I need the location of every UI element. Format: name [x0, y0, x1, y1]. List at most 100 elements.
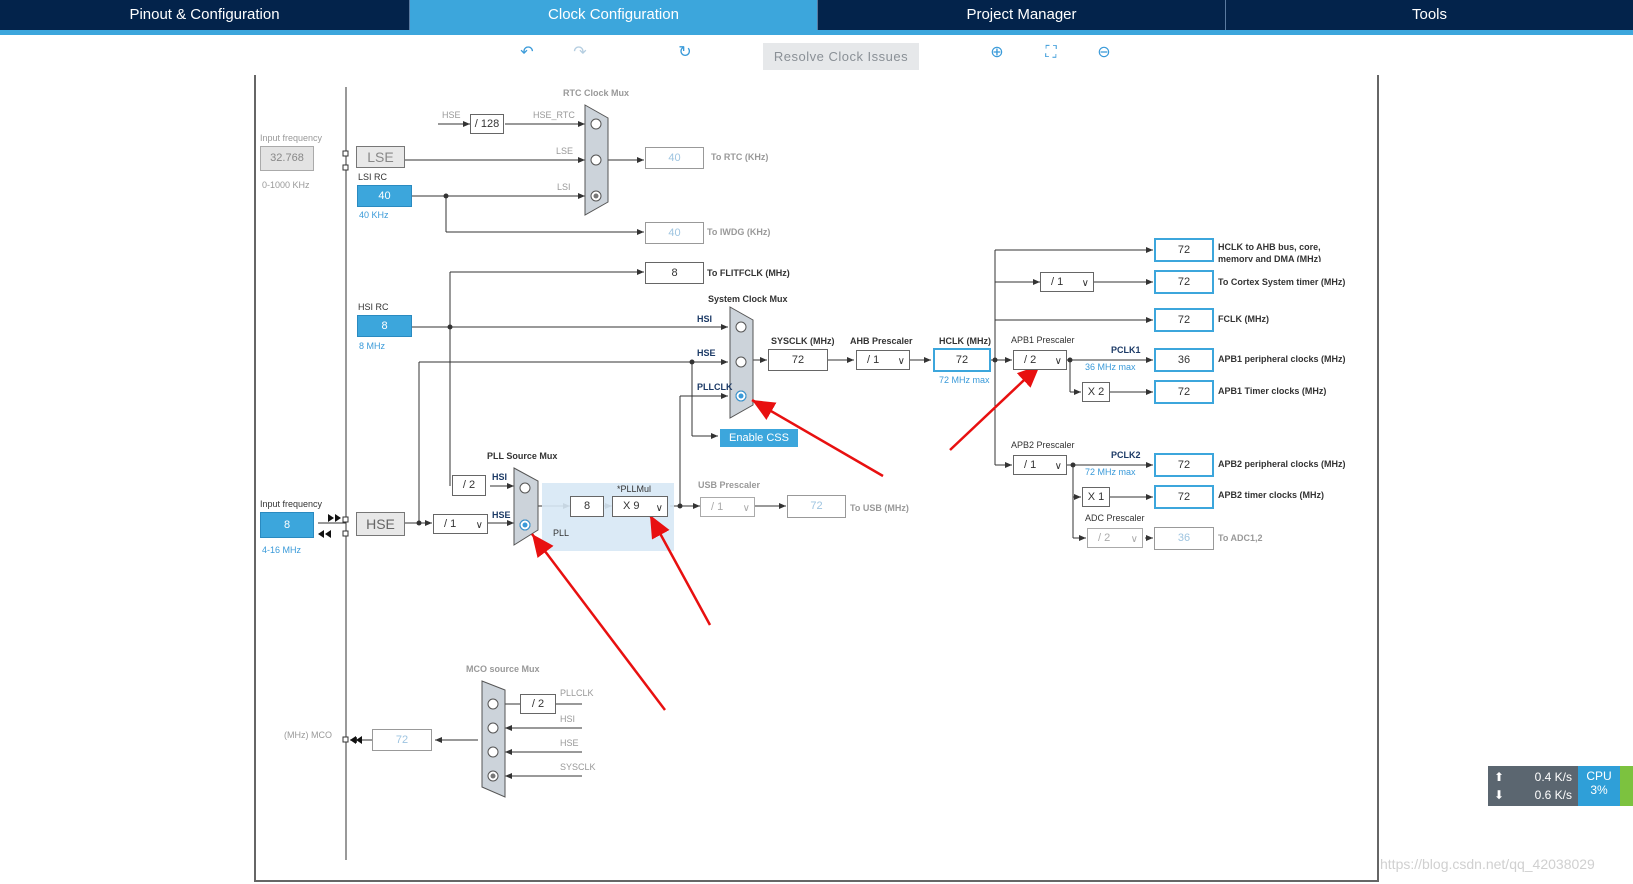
apb1-prescaler-label: APB1 Prescaler: [1011, 335, 1075, 345]
rtc-lsi-label: LSI: [557, 182, 571, 192]
ahb-prescaler-label: AHB Prescaler: [850, 336, 913, 346]
rtc-lse-label: LSE: [556, 146, 574, 156]
ahb-prescaler-select[interactable]: / 1 ∨: [856, 350, 910, 370]
rtc-output-label: To RTC (KHz): [711, 152, 769, 162]
apb2-timer-field: 72: [1154, 485, 1214, 509]
usb-output-label: To USB (MHz): [850, 503, 909, 513]
cortex-timer-div-select[interactable]: / 1 ∨: [1040, 272, 1094, 292]
download-arrow-icon: ⬇: [1494, 788, 1505, 802]
apb2-prescaler-value: / 1: [1024, 459, 1037, 471]
cpu-label: CPU: [1586, 769, 1612, 783]
flitf-output-label: To FLITFCLK (MHz): [707, 268, 790, 278]
lse-frequency-input[interactable]: 32.768: [260, 146, 314, 171]
chevron-down-icon: ∨: [655, 503, 663, 514]
cpu-value: 3%: [1590, 783, 1608, 797]
ahb-prescaler-value: / 1: [867, 354, 880, 366]
pllmul-select[interactable]: X 9 ∨: [612, 496, 668, 517]
hse-range-label: 4-16 MHz: [262, 545, 302, 555]
apb1-timer-mult: X 2: [1082, 382, 1110, 402]
mco-hsi-label: HSI: [560, 714, 576, 724]
download-speed: 0.6 K/s: [1534, 788, 1572, 802]
sys-mux-pllclk-label: PLLCLK: [697, 382, 733, 392]
pclk2-label: PCLK2: [1111, 450, 1141, 460]
rtc-mux-title: RTC Clock Mux: [563, 88, 630, 98]
pll-mux-hsi-label: HSI: [492, 472, 508, 482]
fclk-field: 72: [1154, 308, 1214, 332]
ram-indicator: [1620, 766, 1633, 806]
adc-prescaler-value: / 2: [1098, 532, 1111, 544]
chevron-down-icon: ∨: [742, 503, 750, 514]
usb-output-field: 72: [787, 495, 846, 518]
apb2-peripheral-field: 72: [1154, 453, 1214, 477]
apb1-timer-field: 72: [1154, 380, 1214, 404]
apb1-timer-label: APB1 Timer clocks (MHz): [1218, 386, 1327, 396]
pll-input-field: 8: [570, 496, 604, 517]
cortex-timer-label: To Cortex System timer (MHz): [1218, 277, 1346, 287]
sys-mux-hsi-label: HSI: [697, 314, 713, 324]
sys-mux-hse-label: HSE: [697, 348, 716, 358]
lsi-rc-label: LSI RC: [358, 172, 388, 182]
mco-pllclk-div2: / 2: [520, 694, 556, 714]
pll-source-mux-title: PLL Source Mux: [487, 451, 558, 461]
mco-sysclk-label: SYSCLK: [560, 762, 596, 772]
hse-rtc-divider: / 128: [470, 114, 504, 134]
apb1-max: 36 MHz max: [1085, 362, 1136, 372]
sysclk-field: 72: [768, 349, 828, 371]
pllmul-label: *PLLMul: [617, 484, 652, 494]
hclk-ahb-label-line2: memory and DMA (MHz): [1218, 254, 1322, 262]
chevron-down-icon: ∨: [897, 356, 905, 367]
hse-prediv-value: / 1: [444, 518, 457, 530]
mco-output-label: (MHz) MCO: [284, 730, 332, 740]
usb-prescaler-value: / 1: [711, 501, 724, 513]
rtc-hse-label: HSE: [442, 110, 461, 120]
apb1-prescaler-value: / 2: [1024, 354, 1037, 366]
hse-input-label: Input frequency: [260, 499, 323, 509]
chevron-down-icon: ∨: [475, 520, 483, 531]
rtc-output-field: 40: [645, 147, 704, 169]
mco-pllclk-label: PLLCLK: [560, 688, 594, 698]
hsi-unit: 8 MHz: [359, 341, 386, 351]
pllmul-value: X 9: [623, 500, 640, 512]
apb2-peripheral-label: APB2 peripheral clocks (MHz): [1218, 459, 1346, 469]
chevron-down-icon: ∨: [1081, 278, 1089, 289]
system-clock-mux-title: System Clock Mux: [708, 294, 788, 304]
apb1-peripheral-label: APB1 peripheral clocks (MHz): [1218, 354, 1346, 364]
adc-output-field: 36: [1154, 527, 1214, 550]
hsi-rc-value: 8: [357, 315, 412, 337]
flitf-output-field: 8: [645, 262, 704, 284]
chevron-down-icon: ∨: [1130, 534, 1138, 545]
enable-css-button[interactable]: Enable CSS: [720, 429, 798, 447]
hse-frequency-input[interactable]: 8: [260, 512, 314, 538]
apb2-max: 72 MHz max: [1085, 467, 1136, 477]
lse-block: LSE: [356, 146, 405, 168]
adc-prescaler-label: ADC Prescaler: [1085, 513, 1145, 523]
upload-speed: 0.4 K/s: [1534, 770, 1572, 784]
clock-tree-wires: [318, 87, 1153, 860]
lsi-rc-value: 40: [357, 185, 412, 207]
lsi-unit: 40 KHz: [359, 210, 389, 220]
cortex-timer-div-value: / 1: [1051, 276, 1064, 288]
chevron-down-icon: ∨: [1054, 356, 1062, 367]
network-monitor-widget: ⬆ 0.4 K/s ⬇ 0.6 K/s CPU 3%: [1488, 766, 1633, 806]
fclk-label: FCLK (MHz): [1218, 314, 1269, 324]
apb2-timer-label: APB2 timer clocks (MHz): [1218, 490, 1325, 500]
adc-prescaler-select[interactable]: / 2 ∨: [1087, 528, 1143, 548]
cortex-timer-field: 72: [1154, 270, 1214, 294]
lse-range-label: 0-1000 KHz: [262, 180, 310, 190]
cpu-indicator: CPU 3%: [1578, 766, 1620, 806]
iwdg-output-label: To IWDG (KHz): [707, 227, 771, 237]
usb-prescaler-label: USB Prescaler: [698, 480, 761, 490]
mco-hse-label: HSE: [560, 738, 579, 748]
apb2-prescaler-select[interactable]: / 1 ∨: [1013, 455, 1067, 475]
hsi-rc-label: HSI RC: [358, 302, 389, 312]
hclk-field[interactable]: 72: [933, 348, 991, 372]
pclk1-label: PCLK1: [1111, 345, 1141, 355]
pll-mux-hse-label: HSE: [492, 510, 511, 520]
watermark: https://blog.csdn.net/qq_42038029: [1380, 856, 1595, 872]
pll-label: PLL: [553, 528, 570, 538]
usb-prescaler-select[interactable]: / 1 ∨: [700, 497, 755, 517]
hse-prediv-select[interactable]: / 1 ∨: [433, 514, 488, 534]
sysclk-label: SYSCLK (MHz): [771, 336, 835, 346]
apb1-prescaler-select[interactable]: / 2 ∨: [1013, 350, 1067, 370]
mco-source-mux-title: MCO source Mux: [466, 664, 540, 674]
